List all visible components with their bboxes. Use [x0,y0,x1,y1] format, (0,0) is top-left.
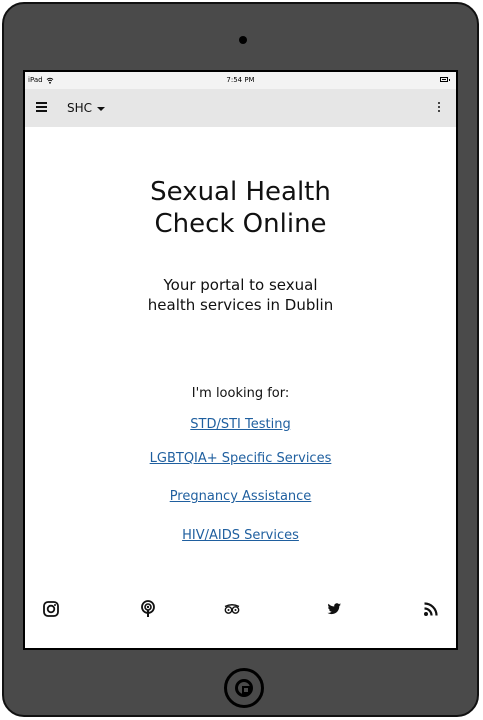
app-title: SHC [67,101,93,115]
rss-icon[interactable] [422,600,440,618]
page-title: Sexual Health Check Online [25,176,456,240]
page-subtitle: Your portal to sexual health services in… [25,275,456,315]
home-button-ring [235,679,253,697]
page-subtitle-line1: Your portal to sexual [163,276,318,294]
chevron-down-icon [97,107,106,111]
more-options-icon[interactable] [437,102,441,113]
link-pregnancy-assistance[interactable]: Pregnancy Assistance [25,489,456,504]
link-lgbtqia-services[interactable]: LGBTQIA+ Specific Services [25,451,456,466]
instagram-icon[interactable] [42,600,60,618]
link-std-sti-testing[interactable]: STD/STI Testing [25,417,456,432]
page-title-line2: Check Online [154,209,327,239]
app-title-dropdown[interactable]: SHC [67,101,106,115]
camera-dot [239,36,247,44]
home-button[interactable] [224,668,264,708]
tripadvisor-icon[interactable] [223,600,241,618]
page-title-line1: Sexual Health [150,177,331,207]
status-time: 7:54 PM [226,76,255,84]
battery-icon [440,77,450,82]
page-subtitle-line2: health services in Dublin [147,296,334,314]
hamburger-menu-icon[interactable] [36,102,47,112]
app-bar: SHC [25,89,456,127]
podcast-icon[interactable] [139,600,157,618]
home-button-square [242,686,250,694]
link-hiv-aids-services[interactable]: HIV/AIDS Services [25,528,456,543]
twitter-icon[interactable] [325,600,343,618]
status-bar: iPad 7:54 PM [25,72,456,89]
screen: iPad 7:54 PM SHC Sexual Health Check Onl… [23,70,458,650]
looking-for-label: I'm looking for: [191,386,290,401]
